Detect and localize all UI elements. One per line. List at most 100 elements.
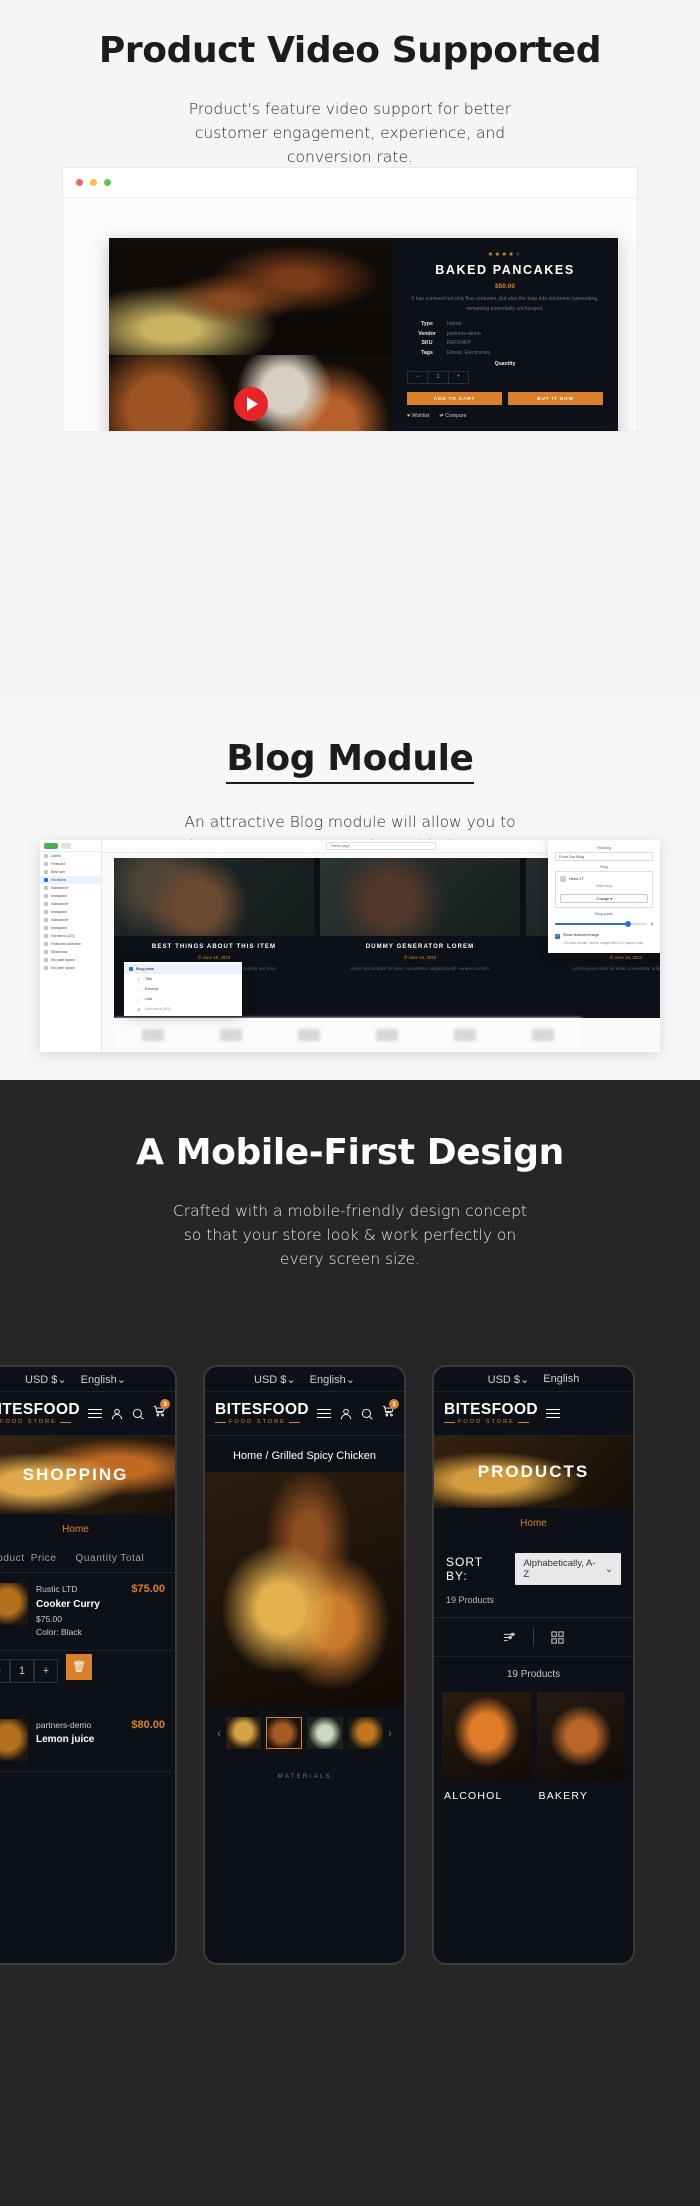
featured-image-checkbox-row[interactable]: Show featured image bbox=[555, 933, 653, 940]
quantity-stepper[interactable]: − 1 + bbox=[0, 1658, 58, 1683]
accordion-shipping-returns[interactable]: SHIPPING & RETURNS⌄ bbox=[407, 426, 603, 431]
quantity-value[interactable]: 1 bbox=[10, 1658, 34, 1683]
filter-icon[interactable] bbox=[502, 1630, 517, 1645]
sidebar-group-featured-collection[interactable]: Featured collection bbox=[40, 940, 101, 948]
change-blog-button[interactable]: Change ▾ bbox=[560, 894, 648, 904]
currency-selector[interactable]: USD $⌄ bbox=[488, 1373, 530, 1386]
cart-button[interactable]: 3 bbox=[381, 1399, 400, 1423]
sidebar-item-label: Best sell bbox=[51, 870, 65, 874]
breadcrumb-home[interactable]: Home bbox=[62, 1524, 89, 1535]
block-item-label: Link bbox=[145, 997, 152, 1001]
product-gallery-main[interactable] bbox=[205, 1472, 404, 1707]
quantity-increase[interactable]: + bbox=[34, 1658, 58, 1683]
sidebar-item[interactable]: Subbanner bbox=[40, 916, 101, 924]
cart-item-vendor: Rustic LTD bbox=[36, 1584, 78, 1594]
close-dot-icon[interactable] bbox=[76, 179, 83, 186]
block-panel-header[interactable]: Blog posts bbox=[124, 964, 242, 974]
quantity-value[interactable]: 1 bbox=[428, 371, 449, 383]
sidebar-item[interactable]: Instagram bbox=[40, 892, 101, 900]
minimize-dot-icon[interactable] bbox=[90, 179, 97, 186]
blog-posts-slider[interactable]: 6 bbox=[555, 919, 653, 928]
sidebar-item-selected[interactable]: Hot items bbox=[40, 876, 101, 884]
sidebar-item[interactable]: Instagram bbox=[40, 924, 101, 932]
remove-item-icon[interactable]: 🗑 bbox=[66, 1653, 92, 1680]
sidebar-group-slideshow[interactable]: Slideshow bbox=[40, 948, 101, 956]
gallery-thumb[interactable] bbox=[347, 1717, 383, 1749]
page-selector[interactable]: Home page bbox=[326, 842, 436, 850]
blog-card-date: ⏱ June 16, 2023 bbox=[403, 955, 437, 960]
cart-button[interactable]: 3 bbox=[152, 1399, 171, 1423]
quantity-stepper[interactable]: − 1 + bbox=[407, 370, 469, 384]
quantity-decrease[interactable]: − bbox=[0, 1658, 10, 1683]
sidebar-subitem[interactable]: No paint space bbox=[40, 956, 101, 964]
slider-knob[interactable] bbox=[624, 920, 631, 927]
sidebar-subitem[interactable]: No paint space bbox=[40, 964, 101, 972]
cart-item-name[interactable]: Cooker Curry bbox=[36, 1597, 123, 1613]
layer-icon bbox=[44, 878, 48, 882]
sidebar-item[interactable]: Featured bbox=[40, 860, 101, 868]
user-icon[interactable] bbox=[110, 1407, 124, 1421]
breadcrumb-home[interactable]: Home bbox=[520, 1518, 547, 1529]
compare-button[interactable]: ⇄ Compare bbox=[439, 413, 466, 419]
brand-logo[interactable]: BITESFOOD FOOD STORE bbox=[444, 1402, 538, 1426]
menu-chip-icon[interactable] bbox=[61, 842, 71, 849]
slider-track[interactable] bbox=[555, 920, 647, 927]
language-selector[interactable]: English⌄ bbox=[310, 1373, 355, 1386]
play-icon[interactable] bbox=[233, 386, 268, 421]
wishlist-button[interactable]: ♥ Wishlist bbox=[407, 413, 429, 419]
currency-selector[interactable]: USD $⌄ bbox=[25, 1373, 67, 1386]
brand-logo[interactable]: BITESFOOD FOOD STORE bbox=[215, 1402, 309, 1426]
product-grid-item[interactable]: ALCOHOL bbox=[442, 1692, 531, 1802]
language-selector[interactable]: English⌄ bbox=[81, 1373, 126, 1386]
chevron-down-icon: ⌄ bbox=[286, 1373, 296, 1386]
blog-card-date-text: June 16, 2023 bbox=[202, 955, 231, 960]
breadcrumb-text: Home / Grilled Spicy Chicken bbox=[232, 1450, 377, 1462]
phone-topbar: USD $⌄ English bbox=[434, 1367, 633, 1392]
sidebar-item[interactable]: Instagram bbox=[40, 908, 101, 916]
user-icon[interactable] bbox=[339, 1407, 353, 1421]
heading-input[interactable]: From Our Blog bbox=[555, 852, 653, 861]
checkbox-icon[interactable] bbox=[555, 934, 560, 940]
buy-it-now-button[interactable]: BUY IT NOW bbox=[508, 391, 603, 405]
block-item-title[interactable]: T Title bbox=[124, 974, 242, 984]
placeholder-shape bbox=[298, 1029, 320, 1041]
cart-item-unit-price: $75.00 bbox=[36, 1613, 62, 1624]
gallery-thumb[interactable] bbox=[226, 1717, 262, 1749]
breadcrumb[interactable]: Home / Grilled Spicy Chicken bbox=[205, 1436, 404, 1472]
product-grid-item[interactable]: BAKERY bbox=[536, 1692, 625, 1802]
grid-icon[interactable] bbox=[550, 1630, 565, 1645]
sort-select[interactable]: Alphabetically, A-Z ⌄ bbox=[515, 1553, 621, 1585]
gallery-prev-arrow[interactable]: ‹ bbox=[217, 1726, 221, 1740]
hamburger-icon[interactable] bbox=[546, 1408, 561, 1419]
hamburger-icon[interactable] bbox=[88, 1408, 103, 1419]
sidebar-item[interactable]: Hot items (2/2) bbox=[40, 932, 101, 940]
block-item-link[interactable]: ⛶ Link bbox=[124, 994, 242, 1004]
layer-icon bbox=[44, 902, 48, 906]
add-block-button[interactable]: ⊕ Add block (3/3) bbox=[124, 1004, 242, 1014]
cart-item-image[interactable] bbox=[0, 1583, 28, 1625]
maximize-dot-icon[interactable] bbox=[104, 179, 111, 186]
block-item-excerpt[interactable]: ⛶ Excerpt bbox=[124, 984, 242, 994]
blog-card[interactable]: DUMMY GENERATOR LOREM ⏱ June 16, 2023 Lo… bbox=[320, 858, 520, 1018]
sidebar-item[interactable]: Subbanner bbox=[40, 884, 101, 892]
cart-item-image[interactable] bbox=[0, 1718, 28, 1761]
add-to-cart-button[interactable]: ADD TO CART bbox=[407, 391, 502, 405]
currency-label: USD $ bbox=[254, 1373, 287, 1386]
sidebar-item[interactable]: Latest bbox=[40, 852, 101, 860]
cart-item-name[interactable]: Lemon juice bbox=[36, 1732, 123, 1748]
sidebar-item[interactable]: Subbanner bbox=[40, 900, 101, 908]
quantity-decrease[interactable]: − bbox=[408, 371, 429, 383]
gallery-thumb[interactable] bbox=[307, 1717, 343, 1749]
mobile-first-subtitle: Crafted with a mobile-friendly design co… bbox=[172, 1202, 527, 1269]
sidebar-item[interactable]: Best sell bbox=[40, 868, 101, 876]
language-selector[interactable]: English bbox=[543, 1373, 579, 1385]
search-icon[interactable] bbox=[131, 1407, 145, 1421]
quantity-increase[interactable]: + bbox=[449, 372, 468, 383]
currency-selector[interactable]: USD $⌄ bbox=[254, 1373, 296, 1386]
search-icon[interactable] bbox=[360, 1407, 374, 1421]
cart-item-info: partners-demo Lemon juice bbox=[36, 1719, 123, 1761]
gallery-thumb-active[interactable] bbox=[266, 1717, 303, 1749]
hamburger-icon[interactable] bbox=[317, 1408, 332, 1419]
gallery-next-arrow[interactable]: › bbox=[388, 1726, 392, 1740]
brand-logo[interactable]: BITESFOOD FOOD STORE bbox=[0, 1402, 80, 1426]
